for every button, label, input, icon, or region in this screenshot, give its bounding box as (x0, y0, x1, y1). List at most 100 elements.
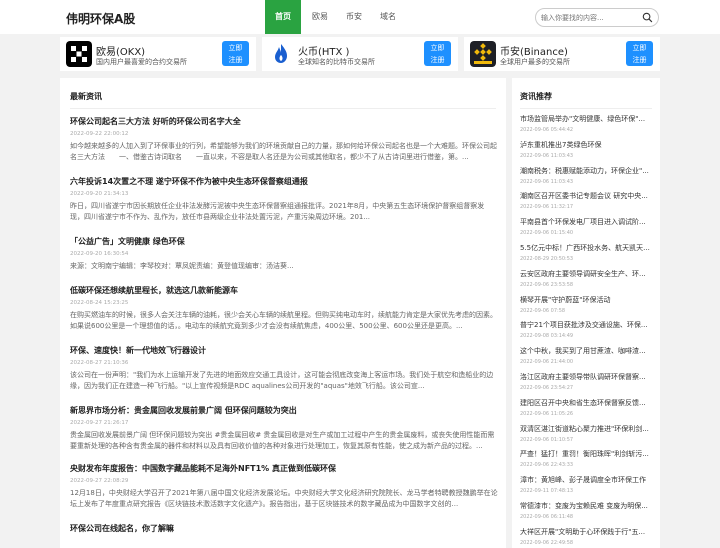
news-panel: 最新资讯 环保公司起名三大方法 好听的环保公司名字大全 2022-09-22 2… (60, 78, 506, 548)
recommend-date: 2022-09-06 05:44:42 (520, 127, 574, 133)
recommend-title[interactable]: 洛江区政府主要领导带队调研环保督察... (520, 372, 652, 382)
register-button[interactable]: 立即 注册 (626, 41, 653, 66)
recommend-date: 2022-09-06 06:11:48 (520, 514, 574, 520)
article-title[interactable]: 环保公司在线起名，你了解嘛 (70, 523, 498, 534)
article-date: 2022-09-22 22:00:12 (70, 131, 129, 137)
recommend-title[interactable]: 市场监管局举办"文明健康、绿色环保"... (520, 114, 652, 124)
exchange-name: 币安(Binance) (500, 47, 568, 58)
recommend-item: 横琴开展"守护蔚蓝"环保活动 2022-09-06 07:58 (520, 295, 652, 314)
nav-okx[interactable]: 欧易 (303, 0, 337, 34)
recommend-item: 泸东重机推出7类绿色环保 2022-09-06 11:03:43 (520, 140, 652, 159)
recommend-title[interactable]: 横琴开展"守护蔚蓝"环保活动 (520, 295, 652, 305)
recommend-title[interactable]: 5.5亿元中标！广西环投水务、航天凯天... (520, 243, 652, 253)
article-date: 2022-09-20 16:30:54 (70, 251, 129, 257)
exchange-card-binance[interactable]: 币安(Binance) 全球用户最多的交易所 立即 注册 (464, 37, 660, 71)
exchange-desc: 国内用户最喜爱的合约交易所 (96, 58, 187, 66)
article-title[interactable]: 新思界市场分析：贵金属回收发展前景广阔 但环保问题较为突出 (70, 405, 498, 416)
recommend-title[interactable]: 平南县首个环保发电厂项目进入调试阶... (520, 217, 652, 227)
search-box (535, 8, 659, 27)
recommend-item: 这个中秋，我买到了用甘蔗渣、咖啡渣... 2022-09-06 21:44:00 (520, 346, 652, 365)
article-item: 环保公司在线起名，你了解嘛 (70, 523, 498, 534)
section-title: 资讯推荐 (520, 92, 552, 101)
article-title[interactable]: 环保、速度快！新一代地效飞行器设计 (70, 345, 498, 356)
htx-logo-icon (268, 41, 294, 67)
recommend-date: 2022-09-06 11:32:17 (520, 204, 574, 211)
top-bar: 伟明环保A股 首页 欧易 币安 域名 (0, 0, 720, 34)
recommend-title[interactable]: 潮南区召开区委书记专题会议 研究中央... (520, 191, 652, 201)
recommend-date: 2022-09-08 03:14:49 (520, 333, 574, 340)
article-item: 环保公司起名三大方法 好听的环保公司名字大全 2022-09-22 22:00:… (70, 116, 498, 163)
recommend-title[interactable]: 普宁21个项目获批涉及交通设施、环保... (520, 320, 652, 330)
site-logo[interactable]: 伟明环保A股 (66, 10, 135, 27)
exchange-card-okx[interactable]: 欧易(OKX) 国内用户最喜爱的合约交易所 立即 注册 (60, 37, 256, 71)
article-title[interactable]: 央财发布年度报告：中国数字藏品能耗不足海外NFT1% 真正做到低碳环保 (70, 463, 498, 474)
recommend-item: 潮南区召开区委书记专题会议 研究中央... 2022-09-06 11:32:17 (520, 191, 652, 210)
article-item: 低碳环保还想续航里程长，就选这几款新能源车 2022-08-24 15:23:2… (70, 285, 498, 332)
nav-binance[interactable]: 币安 (337, 0, 371, 34)
article-item: 新思界市场分析：贵金属回收发展前景广阔 但环保问题较为突出 2022-09-27… (70, 405, 498, 452)
recommend-title[interactable]: 常德漆市：变废为宝赖民难 变废为明保... (520, 501, 652, 511)
recommend-title[interactable]: 云安区政府主要领导调研安全生产、环... (520, 269, 652, 279)
recommend-title[interactable]: 这个中秋，我买到了用甘蔗渣、咖啡渣... (520, 346, 652, 356)
nav-domain[interactable]: 域名 (371, 0, 405, 34)
register-button[interactable]: 立即 注册 (222, 41, 249, 66)
recommend-date: 2022-09-06 22:49:58 (520, 539, 574, 546)
article-summary: 来源：文明南宁编辑：李琴校对：覃凤妮责编：黄登值现编审：汤洁葵... (70, 262, 294, 270)
binance-logo-icon (470, 41, 496, 67)
article-date: 2022-08-27 21:10:36 (70, 360, 129, 366)
recommend-date: 2022-09-06 01:15:40 (520, 230, 574, 237)
recommend-title[interactable]: 大祥区开展"文明助于心环保践于行"五... (520, 527, 652, 537)
article-summary: 该公司在一份声明："我们为水上运输开发了先进的地面效应交通工具设计，这可能会彻底… (70, 371, 494, 390)
article-item: 「公益广告」文明健康 绿色环保 2022-09-20 16:30:54 来源：文… (70, 236, 498, 272)
recommend-title[interactable]: 潮南税务：税惠赋能添动力，环保企业"... (520, 166, 652, 176)
recommend-title[interactable]: 建阳区召开中央和省生态环保督察反馈... (520, 398, 652, 408)
section-title: 最新资讯 (70, 92, 102, 101)
main-nav: 首页 欧易 币安 域名 (265, 0, 405, 34)
article-summary: 如今越来越多的人加入到了环保事业的行列，希望能够为我们的环境贡献自己的力量，那如… (70, 142, 497, 161)
recommend-date: 2022-09-06 23:53:58 (520, 281, 574, 288)
recommend-date: 2022-09-11 07:48:13 (520, 488, 574, 495)
article-title[interactable]: 「公益广告」文明健康 绿色环保 (70, 236, 498, 247)
article-summary: 昨日，四川省遂宁市因长期放任企业非法发酵污泥被中央生态环保督察组通报批评。202… (70, 202, 485, 221)
recommend-item: 严查！猛打！重罚！衡阳珠晖"利剑斩污... 2022-09-06 22:43:33 (520, 449, 652, 468)
recommend-title[interactable]: 严查！猛打！重罚！衡阳珠晖"利剑斩污... (520, 449, 652, 459)
recommend-date: 2022-08-29 20:50:53 (520, 256, 574, 262)
article-date: 2022-09-27 22:08:29 (70, 478, 129, 484)
article-title[interactable]: 环保公司起名三大方法 好听的环保公司名字大全 (70, 116, 498, 127)
recommend-item: 大祥区开展"文明助于心环保践于行"五... 2022-09-06 22:49:58 (520, 527, 652, 546)
recommend-date: 2022-09-06 01:10:57 (520, 436, 574, 443)
article-item: 环保、速度快！新一代地效飞行器设计 2022-08-27 21:10:36 该公… (70, 345, 498, 392)
divider (70, 108, 496, 109)
article-summary: 在购买燃油车的时候，很多人会关注车辆的油耗，很少会关心车辆的续航里程。但购买纯电… (70, 311, 497, 330)
recommend-title[interactable]: 双清区湛江街道粘心聚力推进"环保利剑... (520, 424, 652, 434)
okx-logo-icon (66, 41, 92, 67)
recommend-date: 2022-09-06 11:03:43 (520, 152, 574, 159)
exchange-card-htx[interactable]: 火币(HTX ) 全球知名的比特币交易所 立即 注册 (262, 37, 458, 71)
recommend-item: 建阳区召开中央和省生态环保督察反馈... 2022-09-06 11:05:26 (520, 398, 652, 417)
recommend-item: 平南县首个环保发电厂项目进入调试阶... 2022-09-06 01:15:40 (520, 217, 652, 236)
recommend-item: 双清区湛江街道粘心聚力推进"环保利剑... 2022-09-06 01:10:57 (520, 424, 652, 443)
recommend-panel: 资讯推荐 市场监管局举办"文明健康、绿色环保"... 2022-09-06 05:… (512, 78, 660, 548)
exchange-name: 欧易(OKX) (96, 47, 146, 58)
article-date: 2022-09-20 21:34:13 (70, 191, 129, 197)
recommend-date: 2022-09-06 07:58 (520, 307, 566, 314)
article-title[interactable]: 六年投诉14次置之不理 遂宁环保不作为被中央生态环保督察组通报 (70, 176, 498, 187)
article-title[interactable]: 低碳环保还想续航里程长，就选这几款新能源车 (70, 285, 498, 296)
search-icon[interactable] (642, 12, 653, 23)
article-summary: 12月18日，中央财经大学召开了2021年第八届中国文化经济发展论坛。中央财经大… (70, 489, 498, 508)
recommend-date: 2022-09-06 22:43:33 (520, 462, 574, 469)
nav-home[interactable]: 首页 (265, 0, 301, 34)
exchange-desc: 全球用户最多的交易所 (500, 58, 570, 66)
recommend-item: 市场监管局举办"文明健康、绿色环保"... 2022-09-06 05:44:42 (520, 114, 652, 133)
article-item: 央财发布年度报告：中国数字藏品能耗不足海外NFT1% 真正做到低碳环保 2022… (70, 463, 498, 510)
recommend-item: 5.5亿元中标！广西环投水务、航天凯天... 2022-08-29 20:50:5… (520, 243, 652, 262)
article-item: 六年投诉14次置之不理 遂宁环保不作为被中央生态环保督察组通报 2022-09-… (70, 176, 498, 223)
recommend-title[interactable]: 泸东重机推出7类绿色环保 (520, 140, 652, 150)
recommend-item: 云安区政府主要领导调研安全生产、环... 2022-09-06 23:53:58 (520, 269, 652, 288)
divider (520, 108, 652, 109)
article-date: 2022-08-24 15:23:25 (70, 300, 129, 306)
register-button[interactable]: 立即 注册 (424, 41, 451, 66)
search-input[interactable] (541, 11, 641, 24)
article-date: 2022-09-27 21:26:17 (70, 420, 129, 426)
recommend-title[interactable]: 漳市：黄旭峰、彭子晟调度全市环保工作 (520, 475, 652, 485)
